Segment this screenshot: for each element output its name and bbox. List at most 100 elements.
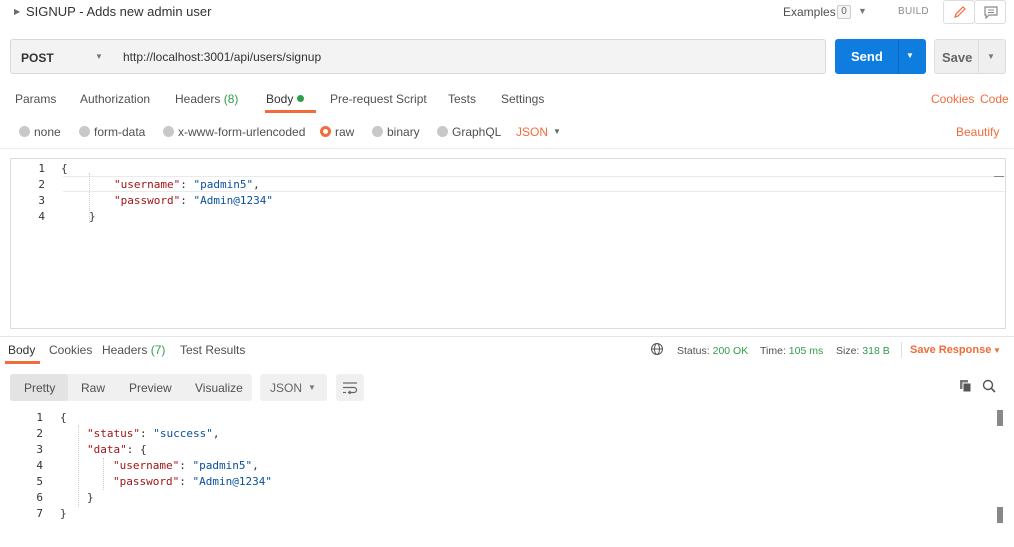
view-pretty-button[interactable]: Pretty [24,381,55,395]
globe-icon[interactable] [650,342,664,356]
code-line: "username": "padmin5", [114,178,260,191]
examples-dropdown[interactable]: Examples [783,5,836,19]
examples-count-badge: 0 [837,5,851,19]
editor-cursor-marker [994,176,1004,177]
response-format-label: JSON [270,381,303,395]
radio-label: form-data [94,125,146,139]
code-line: } [89,210,96,223]
code-line: { [60,411,67,424]
line-number: 4 [38,210,45,223]
build-mode-label[interactable]: BUILD [898,6,929,17]
view-preview-button[interactable]: Preview [129,381,172,395]
radio-icon [372,126,383,137]
line-number: 7 [36,507,43,520]
tab-tests[interactable]: Tests [448,92,476,106]
json-value: "padmin5" [192,459,253,472]
chevron-down-icon: ▼ [95,52,103,61]
tab-headers-label: Headers [175,92,221,106]
tab-params[interactable]: Params [15,92,56,106]
json-key: "data" [87,443,127,456]
line-number: 2 [36,427,43,440]
response-body-viewer[interactable]: 1 2 3 4 5 6 7 { "status": "success", "da… [0,408,1014,533]
response-tab-headers-label: Headers [102,343,148,357]
response-format-select[interactable]: JSON ▼ [260,374,327,401]
json-value: "padmin5" [193,178,254,191]
response-tab-headers[interactable]: Headers (7) [102,343,165,357]
code-line: { [61,162,68,175]
divider [901,342,902,358]
tab-headers[interactable]: Headers (8) [175,92,238,106]
size-meta[interactable]: Size: 318 B [836,345,890,357]
status-label: Status: [677,345,710,357]
save-label: Save [942,50,973,65]
view-visualize-button[interactable]: Visualize [195,381,243,395]
chevron-down-icon[interactable]: ▼ [553,127,561,136]
save-button[interactable]: Save ▼ [934,39,1006,74]
scrollbar-thumb[interactable] [997,410,1003,426]
active-tab-underline [5,361,40,364]
send-options-chevron-icon[interactable]: ▼ [906,51,914,60]
line-number: 6 [36,491,43,504]
json-key: "status" [87,427,140,440]
radio-binary[interactable]: binary [372,125,420,139]
code-link[interactable]: Code [980,92,1009,106]
line-number: 3 [36,443,43,456]
edit-button[interactable] [943,0,975,24]
radio-none[interactable]: none [19,125,61,139]
request-title[interactable]: SIGNUP - Adds new admin user [26,4,211,19]
comments-button[interactable] [974,0,1006,24]
request-body-editor[interactable]: 1 2 3 4 { "username": "padmin5", "passwo… [10,158,1007,329]
size-value: 318 B [862,345,890,357]
response-tab-test-results[interactable]: Test Results [180,343,245,357]
radio-form-data[interactable]: form-data [79,125,145,139]
search-icon[interactable] [982,379,996,393]
indent-guide [103,458,104,490]
radio-icon [437,126,448,137]
method-select[interactable]: POST ▼ [10,39,114,74]
code-line: "username": "padmin5", [113,459,259,472]
beautify-link[interactable]: Beautify [956,125,999,139]
json-value: "Admin@1234" [193,194,273,207]
line-number: 4 [36,459,43,472]
divider [0,336,1014,337]
chevron-down-icon[interactable]: ▼ [858,6,867,16]
radio-x-www-form-urlencoded[interactable]: x-www-form-urlencoded [163,125,305,139]
save-options-chevron-icon[interactable]: ▼ [987,52,995,61]
tab-body[interactable]: Body [266,92,305,106]
json-value: "success" [153,427,213,440]
tab-body-label: Body [266,92,294,106]
tab-authorization[interactable]: Authorization [80,92,150,106]
wrap-icon [343,382,358,394]
send-button[interactable]: Send ▼ [835,39,926,74]
wrap-lines-button[interactable] [336,374,364,401]
copy-icon[interactable] [959,379,973,393]
chevron-down-icon: ▼ [308,383,316,392]
radio-icon [19,126,30,137]
raw-format-select[interactable]: JSON [516,125,548,139]
response-tab-body[interactable]: Body [8,343,35,357]
method-label: POST [21,51,54,65]
save-response-button[interactable]: Save Response [910,344,991,356]
tab-pre-request-script[interactable]: Pre-request Script [330,92,427,106]
tab-settings[interactable]: Settings [501,92,544,106]
send-divider [898,39,899,74]
cookies-link[interactable]: Cookies [931,92,974,106]
url-input[interactable] [113,39,826,74]
radio-graphql[interactable]: GraphQL [437,125,501,139]
active-tab-underline [265,110,316,113]
chevron-down-icon[interactable]: ▼ [993,346,1001,355]
json-brace: { [140,443,147,456]
radio-raw[interactable]: raw [320,125,354,139]
body-indicator-dot [297,95,305,102]
radio-label: GraphQL [452,125,502,139]
scrollbar-thumb[interactable] [997,507,1003,523]
response-tab-cookies[interactable]: Cookies [49,343,92,357]
status-value: 200 OK [712,345,749,357]
code-line: "password": "Admin@1234" [113,475,272,488]
expand-caret-icon[interactable]: ▶ [14,7,20,16]
time-meta[interactable]: Time: 105 ms [760,345,823,357]
line-number: 1 [38,162,45,175]
json-key: "password" [114,194,181,207]
view-raw-button[interactable]: Raw [81,381,105,395]
line-number: 3 [38,194,45,207]
